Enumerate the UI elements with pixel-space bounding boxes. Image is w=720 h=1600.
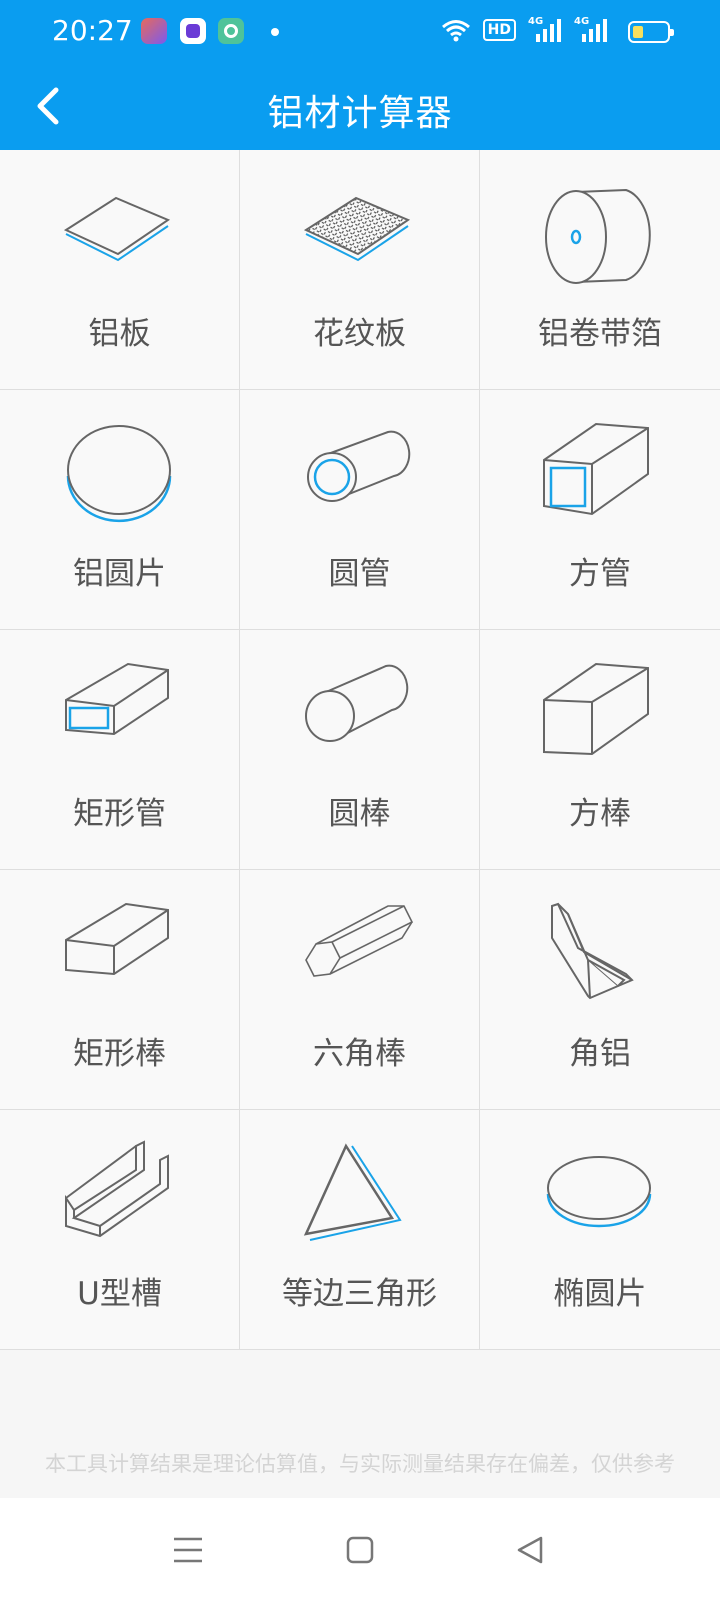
- wifi-icon: [441, 20, 470, 42]
- grid-item-label: 方棒: [569, 796, 631, 832]
- grid-item-label: 方管: [569, 556, 631, 592]
- grid-item-rect-tube[interactable]: 矩形管: [0, 630, 240, 870]
- grid-item-label: 铝圆片: [73, 556, 166, 592]
- hex-bar-icon: [305, 905, 414, 977]
- home-square-icon: [346, 1536, 374, 1564]
- grid-item-ellipse-disc[interactable]: 椭圆片: [480, 1110, 720, 1350]
- signal-bars-icon: [582, 19, 607, 42]
- square-tube-icon: [543, 422, 649, 516]
- signal-2: 4G: [574, 16, 608, 42]
- hd-badge: HD: [482, 19, 516, 41]
- status-bar: 20:27 HD 4G 4G: [0, 0, 720, 62]
- back-triangle-icon: [517, 1536, 543, 1564]
- rect-bar-icon: [65, 902, 169, 976]
- coil-foil-icon: [545, 188, 651, 284]
- disclaimer-text: 本工具计算结果是理论估算值，与实际测量结果存在偏差，仅供参考: [45, 1452, 675, 1476]
- round-disc-icon: [66, 425, 172, 523]
- grid-item-hex-bar[interactable]: 六角棒: [240, 870, 480, 1110]
- system-nav-bar: [0, 1498, 720, 1600]
- grid-item-checker-plate[interactable]: 花纹板: [240, 150, 480, 390]
- ellipse-disc-icon: [546, 1156, 652, 1228]
- rect-tube-icon: [65, 662, 169, 736]
- page-title: 铝材计算器: [267, 93, 453, 134]
- grid-item-label: 圆棒: [328, 796, 391, 832]
- grid-item-label: 花纹板: [313, 316, 406, 352]
- grid-item-coil-foil[interactable]: 铝卷带箔: [480, 150, 720, 390]
- notification-app-icon-3: [218, 18, 244, 44]
- grid-item-triangle[interactable]: 等边三角形: [240, 1110, 480, 1350]
- grid-item-label: 圆管: [328, 556, 391, 592]
- round-bar-icon: [305, 664, 409, 742]
- grid-item-label: 椭圆片: [553, 1276, 647, 1312]
- grid-item-angle-aluminum[interactable]: 角铝: [480, 870, 720, 1110]
- battery-icon: [628, 21, 674, 43]
- grid-item-label: 铝卷带箔: [538, 316, 662, 352]
- grid-item-label: 等边三角形: [282, 1276, 437, 1312]
- app-bar: 铝材计算器: [0, 62, 720, 150]
- grid-item-u-channel[interactable]: U型槽: [0, 1110, 240, 1350]
- grid-item-label: 六角棒: [313, 1036, 406, 1072]
- triangle-icon: [303, 1143, 402, 1241]
- material-grid: 铝板 花纹板 铝卷带箔 铝圆片 圆管 方管 矩形管 圆棒 方棒 矩形棒 六角棒 …: [0, 150, 720, 1350]
- signal-bars-icon: [536, 19, 561, 42]
- notification-app-icon-1: [141, 18, 167, 44]
- notification-app-icon-2: [180, 18, 206, 44]
- grid-item-aluminum-plate[interactable]: 铝板: [0, 150, 240, 390]
- grid-item-label: 矩形棒: [73, 1036, 166, 1072]
- menu-icon: [174, 1537, 202, 1563]
- grid-item-square-bar[interactable]: 方棒: [480, 630, 720, 870]
- grid-item-round-tube[interactable]: 圆管: [240, 390, 480, 630]
- aluminum-plate-icon: [63, 196, 171, 262]
- grid-item-label: 角铝: [569, 1036, 631, 1072]
- system-icons: HD 4G 4G: [441, 16, 608, 42]
- grid-item-label: U型槽: [77, 1276, 162, 1312]
- grid-item-square-tube[interactable]: 方管: [480, 390, 720, 630]
- checker-plate-icon: [303, 196, 411, 262]
- angle-aluminum-icon: [551, 902, 634, 1000]
- round-tube-icon: [307, 430, 411, 502]
- grid-item-rect-bar[interactable]: 矩形棒: [0, 870, 240, 1110]
- grid-item-label: 矩形管: [73, 796, 166, 832]
- grid-item-round-disc[interactable]: 铝圆片: [0, 390, 240, 630]
- notification-dot: [271, 28, 279, 36]
- menu-button[interactable]: [166, 1528, 210, 1572]
- home-button[interactable]: [338, 1528, 382, 1572]
- grid-item-round-bar[interactable]: 圆棒: [240, 630, 480, 870]
- signal-1: 4G: [528, 16, 562, 42]
- square-bar-icon: [543, 662, 649, 756]
- u-channel-icon: [65, 1140, 169, 1238]
- grid-item-label: 铝板: [88, 316, 151, 352]
- status-time: 20:27: [52, 14, 133, 47]
- back-nav-button[interactable]: [508, 1528, 552, 1572]
